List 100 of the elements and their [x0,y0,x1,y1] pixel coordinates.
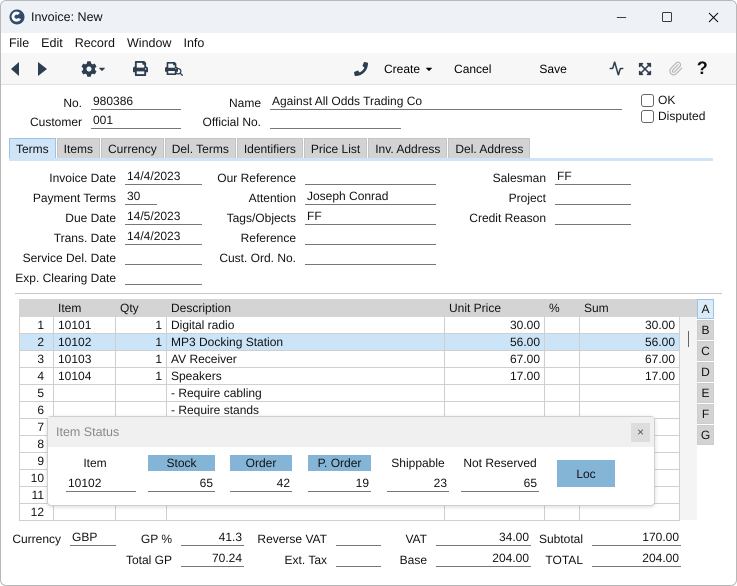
dialog-title: Item Status [56,425,120,439]
field-label: No. [62,96,83,110]
column-header: Description [166,300,444,316]
menu-item[interactable]: Record [68,36,121,50]
tab[interactable]: Currency [101,138,164,158]
field-label: Project [508,191,547,205]
field-label: Customer [28,115,83,129]
field-label: Credit Reason [468,211,547,225]
field-label: TOTAL [544,553,584,567]
input-field[interactable]: 34.00 [436,530,531,546]
input-field[interactable]: 42 [230,476,292,492]
side-tab[interactable]: D [697,362,714,382]
checkbox[interactable] [641,94,654,106]
menu-item[interactable]: File [3,36,36,50]
field-label: Payment Terms [32,191,117,205]
input-field[interactable]: 14/4/2023 [125,229,202,245]
side-tab[interactable]: A [697,299,714,319]
checkbox-label: Disputed [658,109,706,123]
checkbox-label: OK [658,93,676,107]
input-field[interactable]: 23 [387,476,449,492]
column-header: Item [54,300,116,316]
loc-button[interactable]: Loc [557,460,615,487]
column-header: Sum [580,300,680,316]
field-label: VAT [404,532,428,546]
field-label: Currency [11,532,62,546]
column-header: Qty [116,300,166,316]
input-field[interactable]: Against All Odds Trading Co [270,94,622,110]
back-arrow-icon[interactable] [11,62,20,76]
input-field[interactable]: 980386 [91,94,181,110]
toolbar-button[interactable]: Create [378,58,440,80]
help-icon[interactable]: ? [696,58,708,79]
field-label: Total GP [124,553,173,567]
field-label: Service Del. Date [22,251,117,265]
side-tab[interactable]: G [697,425,714,445]
column-header: Order [230,455,292,471]
input-field[interactable]: 204.00 [436,551,531,567]
input-field[interactable]: 65 [148,476,215,492]
window-title: Invoice: New [31,10,104,24]
menu-item[interactable]: Info [177,36,210,50]
column-header: Shippable [390,455,446,471]
input-field[interactable]: 001 [91,113,181,129]
field-label: Name [228,96,262,110]
input-field[interactable]: Joseph Conrad [305,189,436,205]
input-field[interactable]: 70.24 [181,551,244,567]
field-label: Ext. Tax [284,553,328,567]
column-header: Unit Price [444,300,544,316]
close-button[interactable]: × [631,422,650,442]
app-logo-icon [9,9,25,25]
menu-item[interactable]: Edit [35,36,69,50]
forward-arrow-icon[interactable] [38,62,47,76]
field-label: Attention [248,191,297,205]
field-label: Reverse VAT [256,532,328,546]
field-label: Due Date [64,211,117,225]
side-tab[interactable]: F [697,404,714,424]
input-field[interactable]: 204.00 [592,551,681,567]
field-label: Trans. Date [52,231,117,245]
input-field[interactable]: 170.00 [592,530,681,546]
field-label: Our Reference [216,171,297,185]
side-tab[interactable]: B [697,320,714,340]
input-field[interactable]: FF [555,169,631,185]
field-label: Reference [240,231,297,245]
input-field[interactable]: FF [305,209,436,225]
field-label: GP % [140,532,173,546]
scrollbar[interactable] [680,299,697,520]
phone-icon[interactable] [354,62,368,76]
input-field[interactable]: 10102 [66,476,136,492]
pulse-icon[interactable] [608,61,624,76]
maximize-icon[interactable] [661,11,673,23]
field-label: Exp. Clearing Date [14,271,117,285]
field-label: Base [398,553,428,567]
field-label: Tags/Objects [226,211,297,225]
tab[interactable]: Del. Address [448,138,530,158]
printer-icon[interactable] [133,61,148,76]
field-label: Subtotal [538,532,584,546]
input-field[interactable]: 41.3 [181,530,244,546]
tab[interactable]: Del. Terms [164,138,236,158]
gear-icon[interactable] [81,60,107,76]
side-tab[interactable]: E [697,383,714,403]
print-preview-icon[interactable] [164,62,184,76]
input-field[interactable]: 14/4/2023 [125,169,202,185]
menu-item[interactable]: Window [121,36,178,50]
checkbox[interactable] [641,110,654,122]
column-header: Item [82,455,108,471]
tab[interactable]: Items [56,138,100,158]
field-label: Official No. [202,115,262,129]
input-field[interactable]: 14/5/2023 [125,209,202,225]
input-field[interactable]: 19 [308,476,371,492]
field-label: Invoice Date [48,171,117,185]
toolbar-button[interactable]: Save [533,58,573,80]
side-tab[interactable]: C [697,341,714,361]
tab[interactable]: Terms [9,138,56,158]
expand-icon[interactable] [638,62,652,76]
toolbar-button[interactable]: Cancel [448,58,498,80]
input-field[interactable]: GBP [70,530,116,546]
tab[interactable]: Identifiers [236,138,303,158]
tab[interactable]: Inv. Address [368,138,448,158]
input-field[interactable]: 65 [461,476,539,492]
input-field[interactable]: 30 [125,189,157,205]
column-header: Stock [148,455,215,471]
tab[interactable]: Price List [304,138,368,158]
